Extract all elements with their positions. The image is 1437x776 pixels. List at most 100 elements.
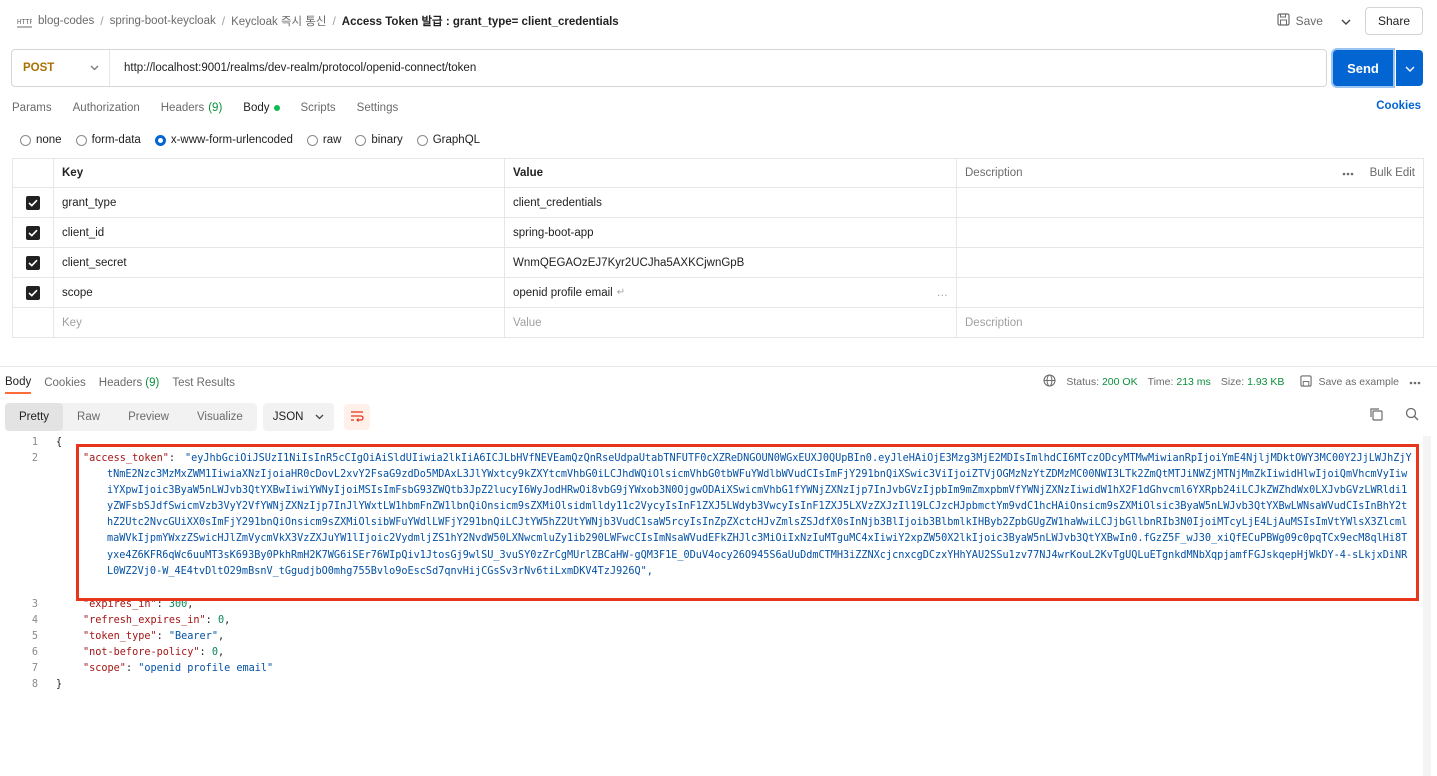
radio-circle-selected [154, 134, 166, 146]
json-key: "refresh_expires_in" [83, 615, 206, 626]
breadcrumb-item-collection[interactable]: blog-codes [38, 15, 94, 27]
response-toolbar: Pretty Raw Preview Visualize JSON [5, 403, 371, 431]
request-title[interactable]: Access Token 발급 : grant_type= client_cre… [342, 13, 619, 29]
tab-body[interactable]: Body [243, 98, 280, 118]
param-description[interactable] [956, 217, 1424, 248]
line-number: 4 [31, 615, 38, 626]
row-checkbox-cell [12, 247, 54, 278]
param-key[interactable]: scope [53, 277, 505, 308]
status-info[interactable]: Status: 200 OK [1066, 376, 1137, 388]
copy-icon[interactable] [1369, 407, 1383, 424]
view-mode-raw[interactable]: Raw [63, 403, 114, 431]
json-line: "not-before-policy": 0, [83, 647, 225, 658]
radio-label: binary [371, 134, 403, 146]
param-key[interactable]: grant_type [53, 187, 505, 218]
url-input[interactable]: http://localhost:9001/realms/dev-realm/p… [110, 62, 476, 74]
new-key-input[interactable]: Key [53, 307, 505, 338]
tab-headers[interactable]: Headers (9) [161, 98, 223, 118]
tab-headers-label: Headers [160, 102, 205, 114]
column-header-value: Value [504, 158, 957, 188]
breadcrumb-item-subfolder[interactable]: Keycloak 즉시 통신 [231, 13, 326, 29]
row-checkbox[interactable] [26, 225, 40, 240]
share-button[interactable]: Share [1364, 7, 1423, 35]
response-tab-cookies[interactable]: Cookies [44, 372, 86, 394]
line-number: 7 [31, 663, 38, 674]
column-header-description: Description Bulk Edit [956, 158, 1424, 188]
response-tab-test-results[interactable]: Test Results [172, 372, 235, 394]
method-select[interactable]: POST [12, 50, 110, 86]
chevron-down-icon [90, 62, 99, 74]
json-number-value: 0 [211, 647, 218, 658]
status-label: Status: [1066, 376, 1100, 388]
json-key: "not-before-policy" [83, 647, 200, 658]
row-checkbox[interactable] [26, 255, 40, 270]
param-description[interactable] [956, 277, 1424, 308]
new-description-input[interactable]: Description [956, 307, 1424, 338]
highlight-box [76, 444, 1419, 601]
param-key[interactable]: client_id [53, 217, 505, 248]
scrollbar[interactable] [1423, 436, 1431, 776]
param-description[interactable] [956, 187, 1424, 218]
http-request-icon: HTTP [16, 14, 32, 28]
param-value[interactable]: spring-boot-app [504, 217, 957, 248]
search-icon[interactable] [1405, 407, 1419, 424]
param-value[interactable]: client_credentials [504, 187, 957, 218]
format-select[interactable]: JSON [262, 403, 335, 431]
tab-scripts[interactable]: Scripts [301, 98, 336, 118]
tab-params[interactable]: Params [12, 98, 52, 118]
param-description[interactable] [956, 247, 1424, 278]
more-options-icon[interactable] [1409, 376, 1421, 388]
radio-form-data[interactable]: form-data [75, 134, 141, 146]
save-button[interactable]: Save [1273, 8, 1327, 34]
send-button[interactable]: Send [1333, 50, 1393, 86]
new-value-input[interactable]: Value [504, 307, 957, 338]
globe-icon[interactable] [1043, 374, 1056, 390]
breadcrumb: HTTP blog-codes / spring-boot-keycloak /… [16, 12, 619, 30]
param-value[interactable]: openid profile email ↵ … [504, 277, 957, 308]
json-number-value: 0 [217, 615, 225, 626]
json-string-value: "openid profile email" [138, 663, 274, 674]
radio-binary[interactable]: binary [355, 134, 403, 146]
view-mode-pretty[interactable]: Pretty [5, 403, 64, 431]
time-label: Time: [1147, 376, 1174, 388]
header-checkbox-cell [12, 158, 54, 188]
newline-icon: ↵ [616, 287, 626, 298]
wrap-lines-icon [350, 410, 365, 425]
json-line: "token_type": "Bearer", [83, 631, 225, 642]
more-options-icon[interactable]: … [937, 287, 949, 299]
radio-circle [416, 134, 428, 146]
radio-none[interactable]: none [20, 134, 62, 146]
wrap-lines-button[interactable] [344, 404, 371, 430]
bulk-edit-button[interactable]: Bulk Edit [1370, 167, 1415, 179]
more-options-icon[interactable] [1342, 167, 1354, 179]
column-header-description-label: Description [965, 167, 1023, 179]
breadcrumb-item-folder[interactable]: spring-boot-keycloak [110, 15, 216, 27]
row-checkbox[interactable] [26, 285, 40, 300]
send-options-button[interactable] [1396, 50, 1423, 86]
save-options-button[interactable] [1335, 8, 1357, 34]
size-info[interactable]: Size: 1.93 KB [1221, 376, 1285, 388]
response-tab-headers-label: Headers [98, 377, 143, 389]
radio-graphql[interactable]: GraphQL [416, 134, 480, 146]
json-line: "refresh_expires_in": 0, [83, 615, 231, 626]
table-row: client_id spring-boot-app [12, 217, 1424, 248]
tab-authorization[interactable]: Authorization [73, 98, 140, 118]
cookies-link[interactable]: Cookies [1376, 100, 1421, 112]
param-key[interactable]: client_secret [53, 247, 505, 278]
view-mode-visualize[interactable]: Visualize [183, 403, 257, 431]
time-info[interactable]: Time: 213 ms [1148, 376, 1211, 388]
save-as-example-button[interactable]: Save as example [1300, 374, 1399, 390]
view-mode-preview[interactable]: Preview [114, 403, 183, 431]
radio-x-www-form-urlencoded[interactable]: x-www-form-urlencoded [154, 134, 293, 146]
breadcrumb-separator: / [100, 14, 104, 28]
param-value[interactable]: WnmQEGAOzEJ7Kyr2UCJha5AXKCjwnGpB [504, 247, 957, 278]
json-string-value: "Bearer" [168, 631, 218, 642]
response-tab-body[interactable]: Body [5, 372, 32, 394]
pane-divider[interactable] [0, 366, 1437, 367]
breadcrumb-separator: / [221, 14, 226, 28]
size-value: 1.93 KB [1247, 376, 1285, 388]
row-checkbox[interactable] [26, 195, 40, 210]
response-tab-headers[interactable]: Headers (9) [99, 372, 160, 394]
radio-raw[interactable]: raw [306, 134, 341, 146]
tab-settings[interactable]: Settings [357, 98, 399, 118]
